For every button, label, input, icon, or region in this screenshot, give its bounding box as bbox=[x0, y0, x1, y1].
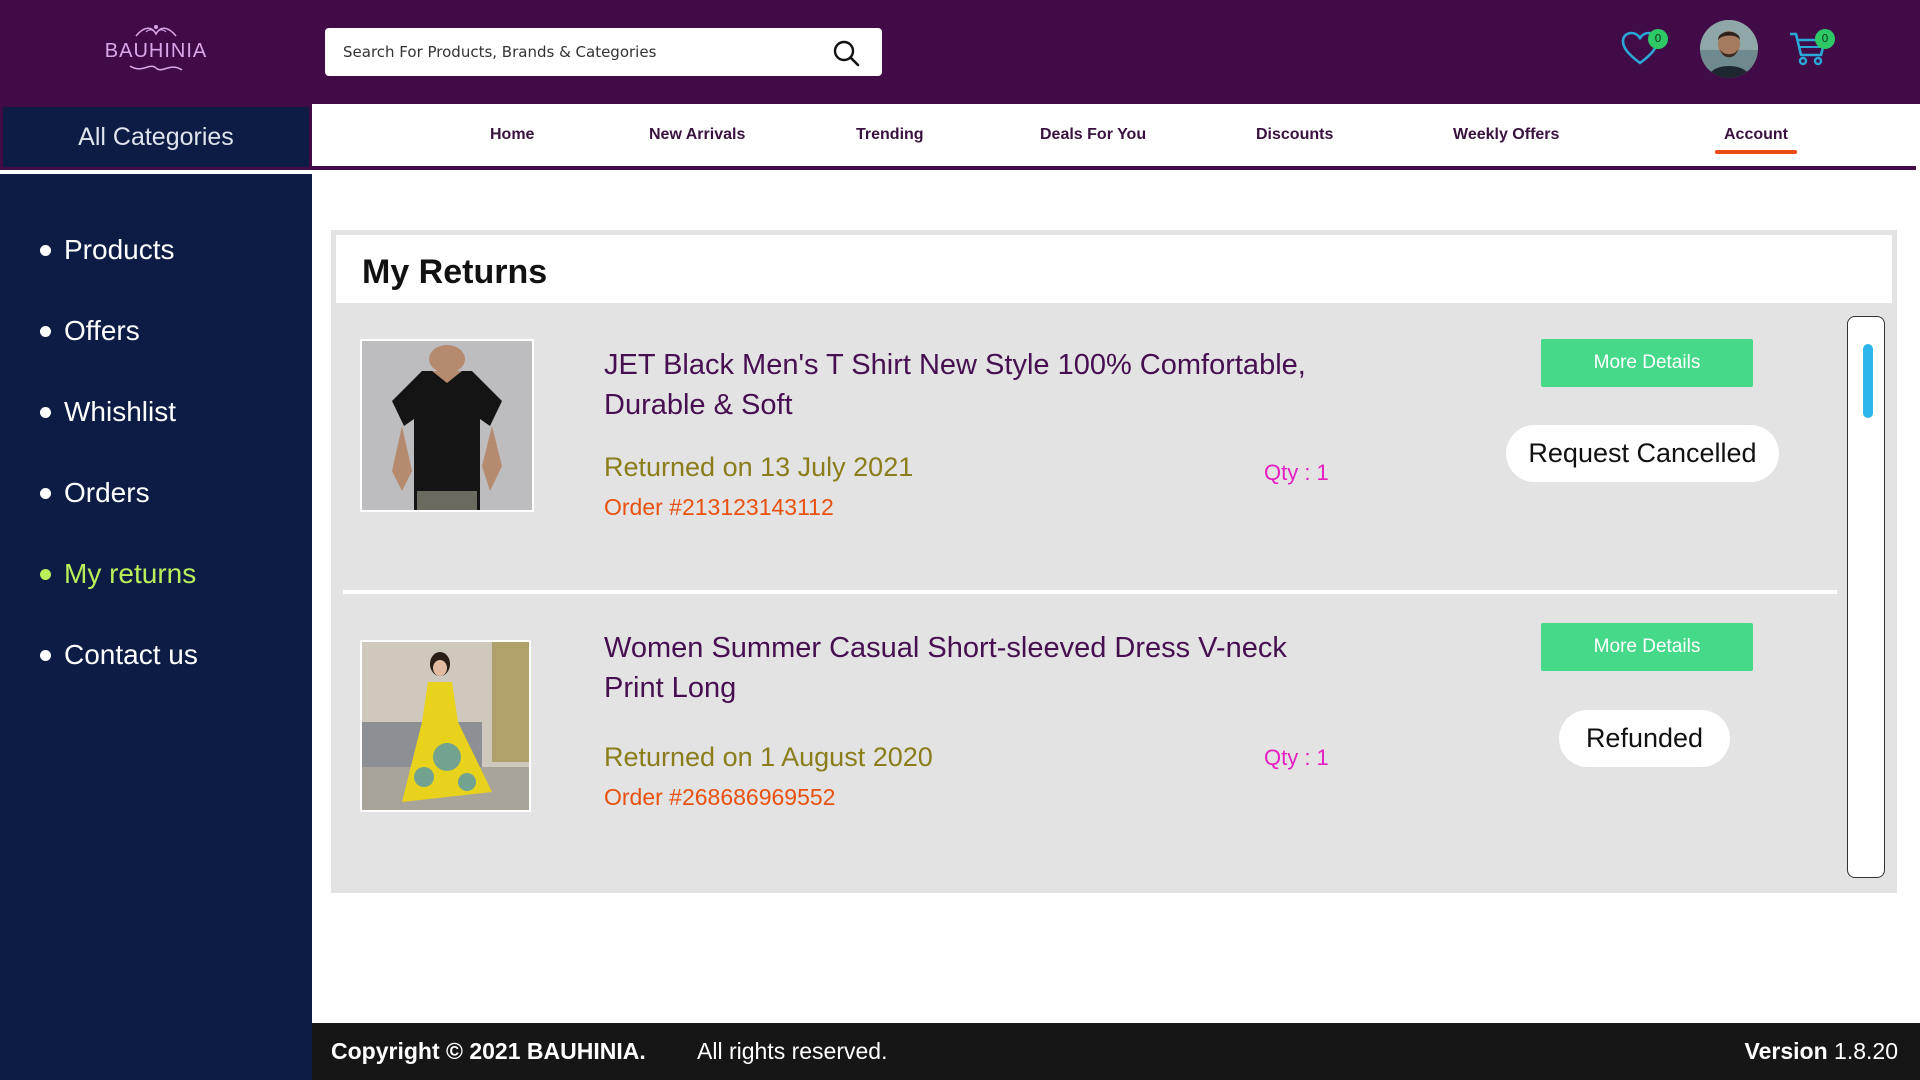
version-text: Version 1.8.20 bbox=[1745, 1038, 1898, 1065]
tshirt-image bbox=[362, 341, 532, 510]
sidebar-item-offers[interactable]: Offers bbox=[40, 315, 140, 347]
returns-card: My Returns bbox=[331, 230, 1897, 893]
product-image-tshirt[interactable] bbox=[360, 339, 534, 512]
nav-active-underline bbox=[1715, 150, 1797, 154]
search-input[interactable] bbox=[343, 28, 813, 76]
footer: Copyright © 2021 BAUHINIA. All rights re… bbox=[312, 1023, 1920, 1080]
sidebar-item-label: Products bbox=[64, 234, 175, 265]
return-date: Returned on 1 August 2020 bbox=[604, 742, 933, 772]
status-badge: Request Cancelled bbox=[1506, 425, 1779, 482]
avatar[interactable] bbox=[1700, 20, 1758, 78]
sidebar-item-my-returns[interactable]: My returns bbox=[40, 558, 196, 590]
more-details-button[interactable]: More Details bbox=[1541, 339, 1753, 387]
sidebar-item-label: Contact us bbox=[64, 639, 198, 670]
version-number: 1.8.20 bbox=[1834, 1038, 1898, 1064]
quantity: Qty : 1 bbox=[1264, 745, 1329, 770]
search-bar bbox=[325, 28, 882, 76]
nav-new-arrivals[interactable]: New Arrivals bbox=[649, 126, 745, 144]
sidebar-item-products[interactable]: Products bbox=[40, 234, 175, 266]
brand-logo[interactable]: BAUHINIA bbox=[100, 22, 212, 78]
return-item-title[interactable]: JET Black Men's T Shirt New Style 100% C… bbox=[604, 345, 1344, 425]
top-header: BAUHINIA 0 0 bbox=[0, 0, 1920, 104]
nav-account[interactable]: Account bbox=[1724, 126, 1788, 144]
sidebar-item-orders[interactable]: Orders bbox=[40, 477, 150, 509]
page-title: My Returns bbox=[362, 253, 548, 291]
bullet-icon bbox=[40, 487, 51, 499]
sidebar-item-contact-us[interactable]: Contact us bbox=[40, 639, 198, 671]
sidebar: Products Offers Whishlist Orders My retu… bbox=[0, 174, 312, 1080]
dress-image bbox=[362, 642, 529, 810]
order-number: Order #268686969552 bbox=[604, 784, 836, 810]
bullet-icon bbox=[40, 244, 51, 256]
cart-count-badge: 0 bbox=[1815, 29, 1835, 49]
return-date: Returned on 13 July 2021 bbox=[604, 452, 914, 482]
sidebar-item-whishlist[interactable]: Whishlist bbox=[40, 396, 176, 428]
bullet-icon bbox=[40, 406, 51, 418]
product-image-dress[interactable] bbox=[360, 640, 531, 812]
nav-trending[interactable]: Trending bbox=[856, 126, 924, 144]
divider bbox=[343, 590, 1837, 594]
sidebar-item-label: Orders bbox=[64, 477, 150, 508]
more-details-button[interactable]: More Details bbox=[1541, 623, 1753, 671]
version-label: Version bbox=[1744, 1038, 1828, 1064]
nav-discounts[interactable]: Discounts bbox=[1256, 126, 1333, 144]
bullet-icon bbox=[40, 325, 51, 337]
return-item-title[interactable]: Women Summer Casual Short-sleeved Dress … bbox=[604, 628, 1344, 708]
copyright-text: Copyright © 2021 BAUHINIA. bbox=[331, 1038, 646, 1064]
sidebar-item-label: My returns bbox=[64, 558, 197, 589]
bullet-icon bbox=[40, 568, 51, 580]
top-nav: Home New Arrivals Trending Deals For You… bbox=[312, 104, 1916, 170]
logo-swirl-icon bbox=[129, 65, 183, 71]
sidebar-item-label: Offers bbox=[64, 315, 140, 346]
status-badge: Refunded bbox=[1559, 710, 1730, 767]
search-icon[interactable] bbox=[832, 39, 860, 67]
nav-deals-for-you[interactable]: Deals For You bbox=[1040, 126, 1146, 144]
brand-name: BAUHINIA bbox=[104, 40, 208, 62]
returns-card-header: My Returns bbox=[333, 232, 1895, 306]
sidebar-item-label: Whishlist bbox=[64, 396, 177, 427]
nav-weekly-offers[interactable]: Weekly Offers bbox=[1453, 126, 1559, 144]
scrollbar-thumb[interactable] bbox=[1863, 344, 1873, 418]
quantity: Qty : 1 bbox=[1264, 460, 1329, 485]
wishlist-count-badge: 0 bbox=[1648, 29, 1668, 49]
user-photo-icon bbox=[1700, 20, 1758, 78]
all-categories-button[interactable]: All Categories bbox=[0, 104, 312, 170]
bullet-icon bbox=[40, 649, 51, 661]
rights-text: All rights reserved. bbox=[697, 1038, 888, 1064]
logo-flourish-icon bbox=[135, 25, 177, 37]
nav-home[interactable]: Home bbox=[490, 126, 534, 144]
order-number: Order #213123143112 bbox=[604, 494, 834, 520]
